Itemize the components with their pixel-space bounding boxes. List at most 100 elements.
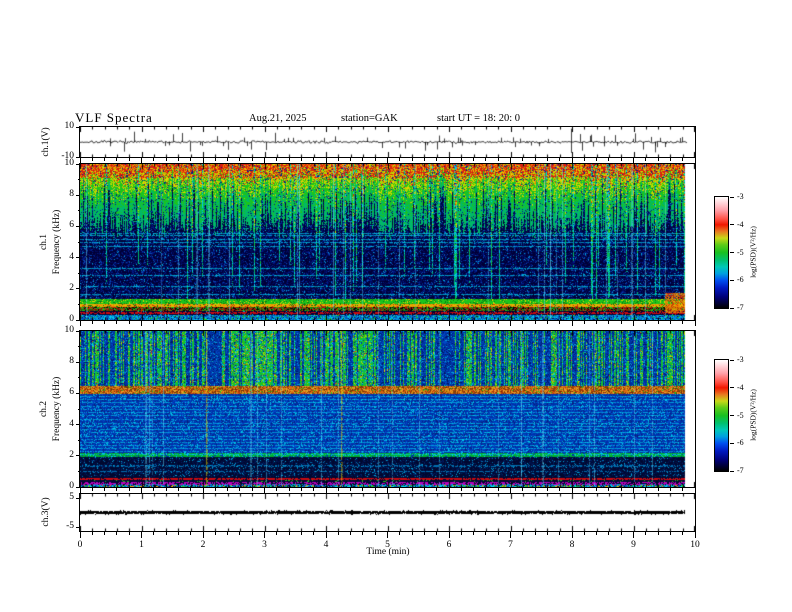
x-tick-label: 6: [446, 540, 452, 550]
x-tick: [399, 321, 401, 324]
x-tick: [608, 321, 610, 324]
x-tick: [387, 488, 388, 493]
y-tick-label: 6: [69, 220, 74, 231]
x-tick: [128, 532, 130, 535]
x-tick: [337, 321, 339, 324]
x-tick: [583, 158, 585, 161]
y-tick: [76, 486, 80, 488]
x-tick: [546, 158, 548, 161]
y-tick-label: -10: [61, 151, 74, 161]
x-tick: [313, 488, 315, 491]
y-tick-label: 10: [64, 325, 75, 335]
x-tick: [411, 158, 413, 161]
y-minor-tick: [78, 408, 80, 410]
x-tick: [473, 488, 475, 491]
colorbar-ch2-gradient: [715, 360, 728, 471]
x-tick: [300, 488, 302, 491]
x-tick: [165, 158, 167, 161]
y-tick: [76, 156, 80, 158]
x-tick: [534, 321, 536, 324]
ch3-waveform-canvas: [80, 494, 695, 531]
x-tick: [165, 321, 167, 324]
x-tick: [546, 532, 548, 535]
x-tick-label: 5: [385, 540, 390, 550]
y-tick-label: 0: [69, 314, 74, 324]
x-tick: [608, 532, 610, 535]
colorbar-ch2: [714, 359, 729, 472]
x-tick: [583, 488, 585, 491]
x-tick: [497, 532, 499, 535]
x-tick: [239, 321, 241, 324]
x-tick: [374, 158, 376, 161]
x-tick: [448, 532, 450, 538]
x-tick: [583, 532, 585, 535]
x-tick: [559, 158, 561, 161]
x-tick: [682, 158, 684, 161]
x-tick: [669, 532, 671, 535]
x-tick: [645, 488, 647, 491]
panel-ch3-waveform: [79, 493, 696, 532]
colorbar-tick-label: -5: [737, 410, 744, 420]
x-tick: [645, 158, 647, 161]
x-tick: [288, 321, 290, 324]
x-tick: [682, 532, 684, 535]
colorbar-tick-label: -7: [737, 303, 744, 312]
x-tick: [202, 488, 204, 493]
x-tick: [399, 158, 401, 161]
x-tick: [534, 488, 536, 491]
y-minor-tick: [78, 210, 80, 212]
x-tick: [399, 488, 401, 491]
x-tick: [657, 321, 659, 324]
x-tick: [559, 532, 561, 535]
y-tick: [76, 526, 80, 528]
x-tick: [190, 158, 192, 161]
x-tick: [522, 488, 524, 491]
x-tick: [423, 321, 425, 324]
x-tick-label: 4: [323, 540, 329, 550]
x-tick: [362, 532, 364, 535]
colorbar-tick: [730, 279, 734, 281]
x-tick: [165, 532, 167, 535]
x-tick: [165, 488, 167, 491]
y-tick: [76, 361, 80, 363]
ch2-spec-channel-label: ch.2: [39, 400, 49, 418]
x-tick: [546, 488, 548, 491]
x-tick: [497, 488, 499, 491]
x-tick: [202, 321, 204, 326]
x-tick: [251, 488, 253, 491]
colorbar-tick: [730, 307, 734, 309]
x-tick: [300, 158, 302, 161]
x-tick: [141, 532, 142, 538]
x-tick: [669, 488, 671, 491]
x-tick: [387, 532, 388, 538]
x-tick: [153, 488, 155, 491]
colorbar-tick: [730, 359, 734, 361]
x-tick: [633, 532, 634, 538]
ch1-spectrogram-canvas: [80, 164, 695, 320]
x-tick-label: 3: [262, 540, 267, 550]
x-tick-label: 2: [200, 540, 206, 550]
x-tick: [559, 321, 561, 324]
x-tick: [264, 532, 265, 538]
y-minor-tick: [78, 179, 80, 181]
y-tick: [76, 319, 80, 321]
colorbar-tick: [730, 415, 734, 416]
x-tick: [534, 532, 536, 535]
x-tick: [313, 532, 315, 535]
x-tick: [657, 488, 659, 491]
ch1-spec-frequency-label: Frequency (kHz): [52, 209, 62, 275]
panel-ch1-spectrogram: [79, 163, 696, 321]
colorbar-tick: [730, 252, 734, 253]
x-tick: [522, 532, 524, 535]
y-tick: [76, 330, 80, 332]
x-tick: [460, 532, 462, 535]
y-tick-label: 2: [69, 282, 74, 293]
x-tick: [337, 532, 339, 535]
x-tick: [645, 321, 647, 324]
x-tick: [288, 532, 290, 535]
x-tick: [436, 321, 438, 324]
colorbar-ch2-label: log(PSD)(V²/Hz): [748, 389, 758, 441]
x-tick: [387, 321, 388, 326]
colorbar-tick-label: -6: [737, 275, 744, 285]
y-tick: [76, 163, 80, 165]
